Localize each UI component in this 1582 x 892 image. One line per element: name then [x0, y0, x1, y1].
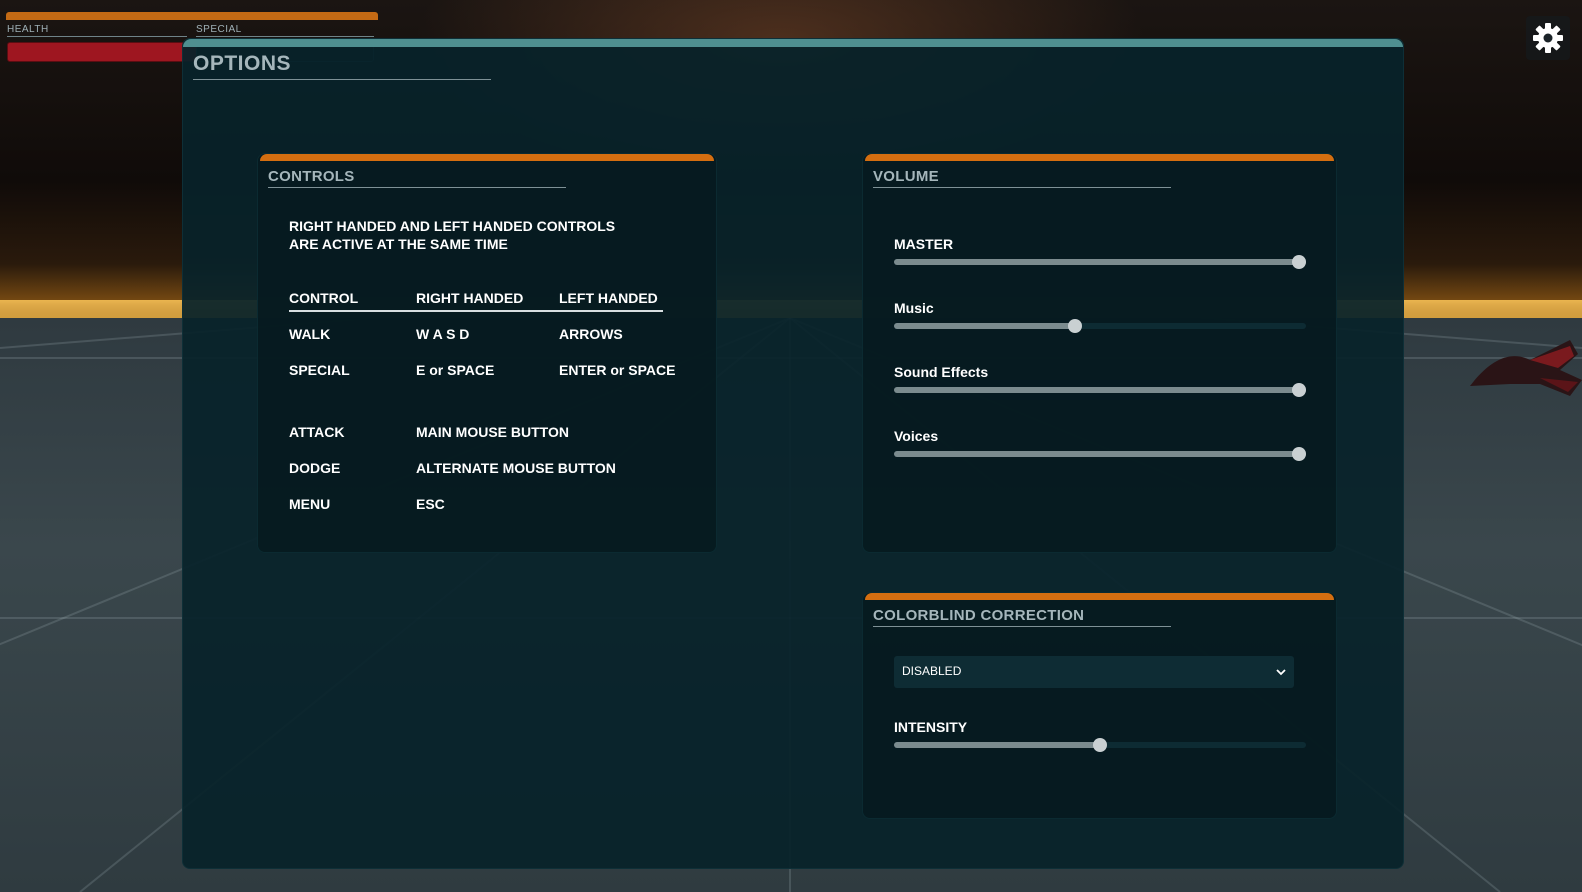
options-title-underline	[193, 79, 491, 80]
controls-panel: CONTROLS RIGHT HANDED AND LEFT HANDED CO…	[257, 153, 717, 553]
slider-thumb[interactable]	[1292, 383, 1306, 397]
header-control: CONTROL	[289, 290, 359, 306]
intensity-slider[interactable]	[894, 738, 1306, 752]
volume-title: VOLUME	[873, 168, 939, 185]
music-volume-slider[interactable]	[894, 319, 1306, 333]
gear-icon	[1533, 23, 1563, 53]
header-left-handed: LEFT HANDED	[559, 290, 658, 306]
controls-accent-bar	[260, 154, 714, 161]
row-dodge-binding: ALTERNATE MOUSE BUTTON	[416, 460, 616, 476]
options-accent-bar	[183, 39, 1403, 47]
health-label-divider	[7, 36, 187, 37]
health-label: HEALTH	[7, 24, 49, 35]
master-volume-slider[interactable]	[894, 255, 1306, 269]
colorblind-title-underline	[873, 626, 1171, 627]
volume-title-underline	[873, 187, 1171, 188]
slider-fill	[894, 451, 1306, 457]
slider-fill	[894, 742, 1100, 748]
volume-panel: VOLUME MASTER Music Sound Effects Voices	[862, 153, 1337, 553]
chevron-down-icon	[1276, 669, 1286, 676]
settings-button[interactable]	[1526, 16, 1570, 60]
row-walk-control: WALK	[289, 326, 331, 342]
row-attack-binding: MAIN MOUSE BUTTON	[416, 424, 569, 440]
controls-header-underline	[289, 310, 663, 312]
sound-effects-volume-slider[interactable]	[894, 383, 1306, 397]
intensity-label: INTENSITY	[894, 719, 968, 735]
slider-fill	[894, 387, 1306, 393]
slider-fill	[894, 259, 1306, 265]
row-menu-binding: ESC	[416, 496, 445, 512]
slider-fill	[894, 323, 1076, 329]
master-volume-label: MASTER	[894, 236, 954, 252]
colorblind-title: COLORBLIND CORRECTION	[873, 607, 1085, 624]
row-special-left: ENTER or SPACE	[559, 362, 676, 378]
row-menu-control: MENU	[289, 496, 331, 512]
controls-info-line-2: ARE ACTIVE AT THE SAME TIME	[289, 236, 508, 252]
controls-info-line-1: RIGHT HANDED AND LEFT HANDED CONTROLS	[289, 218, 616, 234]
colorblind-accent-bar	[865, 593, 1334, 600]
colorblind-panel: COLORBLIND CORRECTION DISABLED INTENSITY	[862, 592, 1337, 819]
row-dodge-control: DODGE	[289, 460, 341, 476]
voices-volume-slider[interactable]	[894, 447, 1306, 461]
options-title: OPTIONS	[193, 52, 292, 75]
special-label-divider	[196, 36, 374, 37]
sound-effects-volume-label: Sound Effects	[894, 364, 989, 380]
music-volume-label: Music	[894, 300, 934, 316]
slider-thumb[interactable]	[1093, 738, 1107, 752]
special-label: SPECIAL	[196, 24, 242, 35]
header-right-handed: RIGHT HANDED	[416, 290, 524, 306]
row-walk-right: W A S D	[416, 326, 470, 342]
controls-title: CONTROLS	[268, 168, 355, 185]
slider-thumb[interactable]	[1068, 319, 1083, 333]
enemy-creature-icon	[1470, 340, 1582, 396]
hud-accent-bar	[6, 12, 378, 20]
row-special-right: E or SPACE	[416, 362, 495, 378]
row-special-control: SPECIAL	[289, 362, 350, 378]
voices-volume-label: Voices	[894, 428, 939, 444]
volume-accent-bar	[865, 154, 1334, 161]
health-bar	[7, 42, 197, 62]
colorblind-mode-dropdown[interactable]: DISABLED	[894, 656, 1294, 688]
slider-thumb[interactable]	[1292, 255, 1306, 269]
row-walk-left: ARROWS	[559, 326, 623, 342]
slider-thumb[interactable]	[1292, 447, 1306, 461]
dropdown-selected-value: DISABLED	[902, 664, 962, 678]
controls-title-underline	[268, 187, 566, 188]
row-attack-control: ATTACK	[289, 424, 345, 440]
